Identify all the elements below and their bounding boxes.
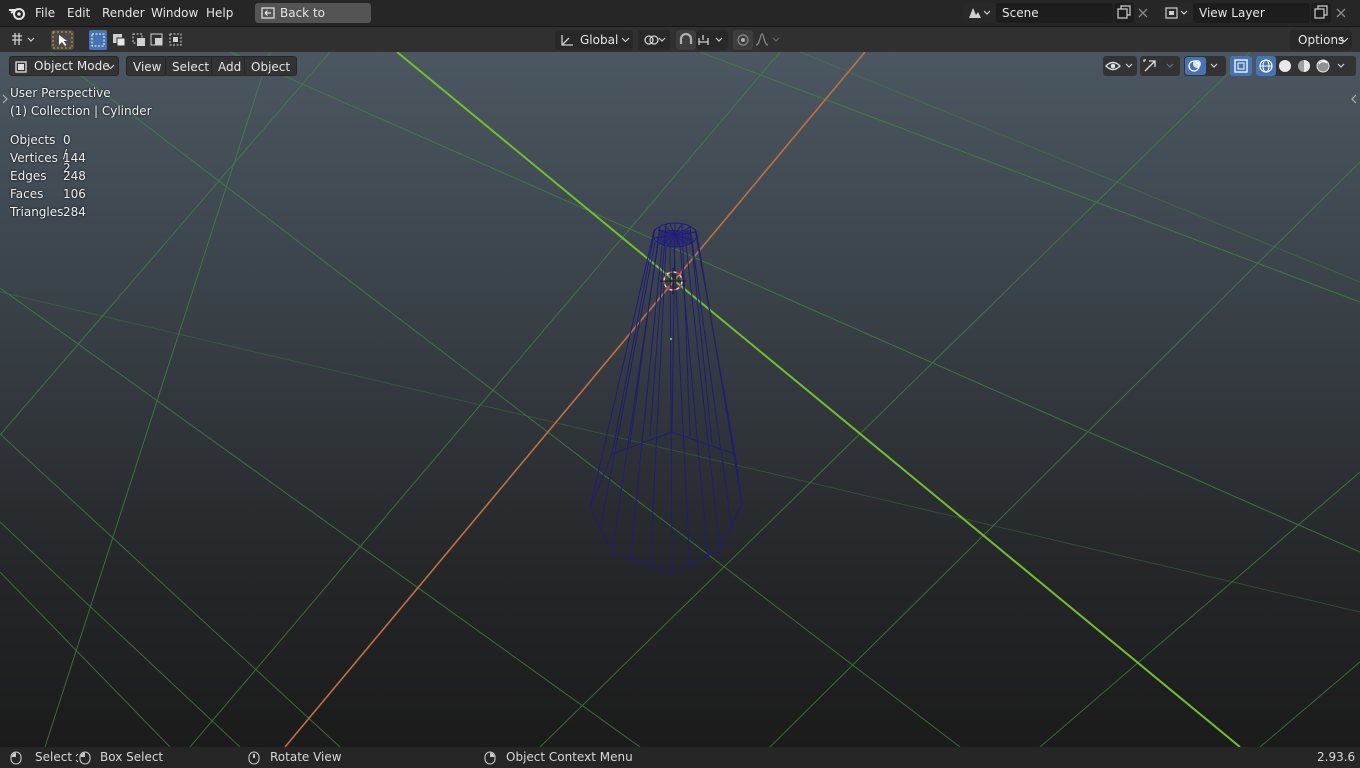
scene-duplicate-button[interactable] bbox=[1114, 3, 1134, 23]
back-arrow-icon bbox=[261, 7, 275, 19]
viewport-menu-view[interactable]: View bbox=[126, 56, 169, 76]
back-to-previous-button[interactable]: Back to Previous bbox=[255, 3, 371, 40]
editor-type-icon bbox=[12, 33, 35, 45]
version-label: 2.93.6 bbox=[1317, 750, 1356, 764]
status-rotate-view: Rotate View bbox=[270, 750, 342, 764]
scene-icon bbox=[969, 8, 991, 18]
select-tool-button[interactable] bbox=[51, 30, 74, 50]
viewport-menu-object[interactable]: Object bbox=[244, 56, 298, 76]
chevron-down-icon bbox=[106, 64, 115, 70]
status-box-select: Box Select bbox=[100, 750, 164, 764]
gizmo-toggle[interactable] bbox=[1140, 56, 1180, 76]
mouse-drag-icon bbox=[75, 751, 91, 765]
gizmo-icon bbox=[1143, 59, 1174, 72]
xray-icon bbox=[1234, 59, 1248, 73]
mouse-right-icon bbox=[484, 751, 496, 765]
stat-value: 106 bbox=[63, 187, 86, 201]
stat-label: Vertices bbox=[10, 151, 58, 165]
duplicate-icon bbox=[1314, 5, 1328, 19]
falloff-curve-icon bbox=[755, 33, 780, 46]
pivot-point-icon bbox=[644, 35, 666, 45]
mode-label: Object Mode bbox=[34, 59, 110, 73]
proportional-falloff-select[interactable] bbox=[753, 30, 785, 50]
menu-help[interactable]: Help bbox=[201, 4, 238, 22]
magnet-icon bbox=[679, 32, 693, 44]
stat-label: Faces bbox=[10, 187, 44, 201]
proportional-editing-toggle[interactable] bbox=[733, 30, 753, 50]
status-bar: Select Box Select Rotate View Object Con… bbox=[0, 747, 1360, 768]
mouse-middle-icon bbox=[248, 751, 260, 765]
menu-edit[interactable]: Edit bbox=[62, 4, 95, 22]
shading-mode-group[interactable] bbox=[1256, 56, 1356, 76]
overlays-toggle[interactable] bbox=[1184, 56, 1226, 76]
stat-label: Edges bbox=[10, 169, 47, 183]
selection-mode-icons[interactable] bbox=[89, 30, 185, 50]
view-layer-icon bbox=[1165, 7, 1188, 19]
snap-target-select[interactable] bbox=[696, 30, 728, 50]
viewport-menu-select[interactable]: Select bbox=[165, 56, 217, 76]
duplicate-icon bbox=[1117, 5, 1131, 19]
object-mode-icon bbox=[15, 61, 27, 73]
origin-dot bbox=[669, 337, 673, 341]
view-layer-duplicate-button[interactable] bbox=[1311, 3, 1331, 23]
x-axis-line bbox=[284, 52, 866, 747]
top-menu-bar: File Edit Render Window Help Back to Pre… bbox=[0, 0, 1360, 40]
mouse-left-icon bbox=[10, 751, 22, 765]
stat-value: 284 bbox=[63, 205, 86, 219]
stat-label: Objects bbox=[10, 133, 56, 147]
visibility-select[interactable] bbox=[1103, 56, 1137, 76]
cylinder-top-cap bbox=[656, 230, 694, 248]
view-layer-browse-button[interactable] bbox=[1161, 3, 1193, 23]
interaction-mode-select[interactable]: Object Mode bbox=[9, 56, 119, 76]
scene-name-field[interactable]: Scene bbox=[996, 3, 1113, 23]
cursor-select-icon bbox=[52, 31, 73, 49]
status-context-menu: Object Context Menu bbox=[506, 750, 633, 764]
menu-window[interactable]: Window bbox=[146, 4, 203, 22]
transform-orientation-label: Global bbox=[580, 33, 619, 47]
options-button[interactable]: Options bbox=[1290, 30, 1352, 50]
snap-increment-icon bbox=[698, 35, 723, 45]
overlays-icon bbox=[1185, 57, 1218, 75]
pivot-point-select[interactable] bbox=[638, 30, 670, 50]
chevron-down-icon bbox=[1340, 37, 1349, 43]
toolbar-toggle-icon[interactable] bbox=[1, 94, 9, 104]
scene-browse-button[interactable] bbox=[963, 3, 995, 23]
stat-label: Triangles bbox=[10, 205, 64, 219]
stat-value: 248 bbox=[63, 169, 86, 183]
floor-grid bbox=[0, 52, 1360, 747]
perspective-label: User Perspective bbox=[10, 86, 111, 100]
viewport-scene bbox=[0, 52, 1360, 747]
viewport-menu-add[interactable]: Add bbox=[211, 56, 249, 76]
snap-toggle[interactable] bbox=[676, 30, 696, 50]
transform-orientation-select[interactable]: Global bbox=[555, 30, 633, 50]
proportional-editing-icon bbox=[737, 34, 749, 46]
chevron-down-icon bbox=[621, 37, 630, 43]
collection-label: (1) Collection | Cylinder bbox=[10, 104, 152, 118]
sidebar-toggle-icon[interactable] bbox=[1350, 94, 1358, 104]
view-layer-name-field[interactable]: View Layer bbox=[1193, 3, 1310, 23]
orientation-icon bbox=[561, 35, 573, 46]
eye-icon bbox=[1105, 61, 1133, 71]
y-axis-line bbox=[396, 52, 1241, 747]
close-icon[interactable] bbox=[1335, 7, 1347, 19]
xray-toggle[interactable] bbox=[1230, 56, 1252, 76]
blender-logo-icon[interactable] bbox=[8, 5, 26, 21]
stat-value: 144 bbox=[63, 151, 86, 165]
menu-render[interactable]: Render bbox=[97, 4, 150, 22]
menu-file[interactable]: File bbox=[30, 4, 60, 22]
shading-icons bbox=[1256, 56, 1345, 76]
status-select: Select bbox=[35, 750, 73, 764]
3d-viewport[interactable]: Object Mode View Select Add Object User … bbox=[0, 52, 1360, 747]
options-label: Options bbox=[1298, 33, 1345, 47]
close-icon[interactable] bbox=[1137, 7, 1149, 19]
editor-type-button[interactable] bbox=[8, 30, 40, 50]
